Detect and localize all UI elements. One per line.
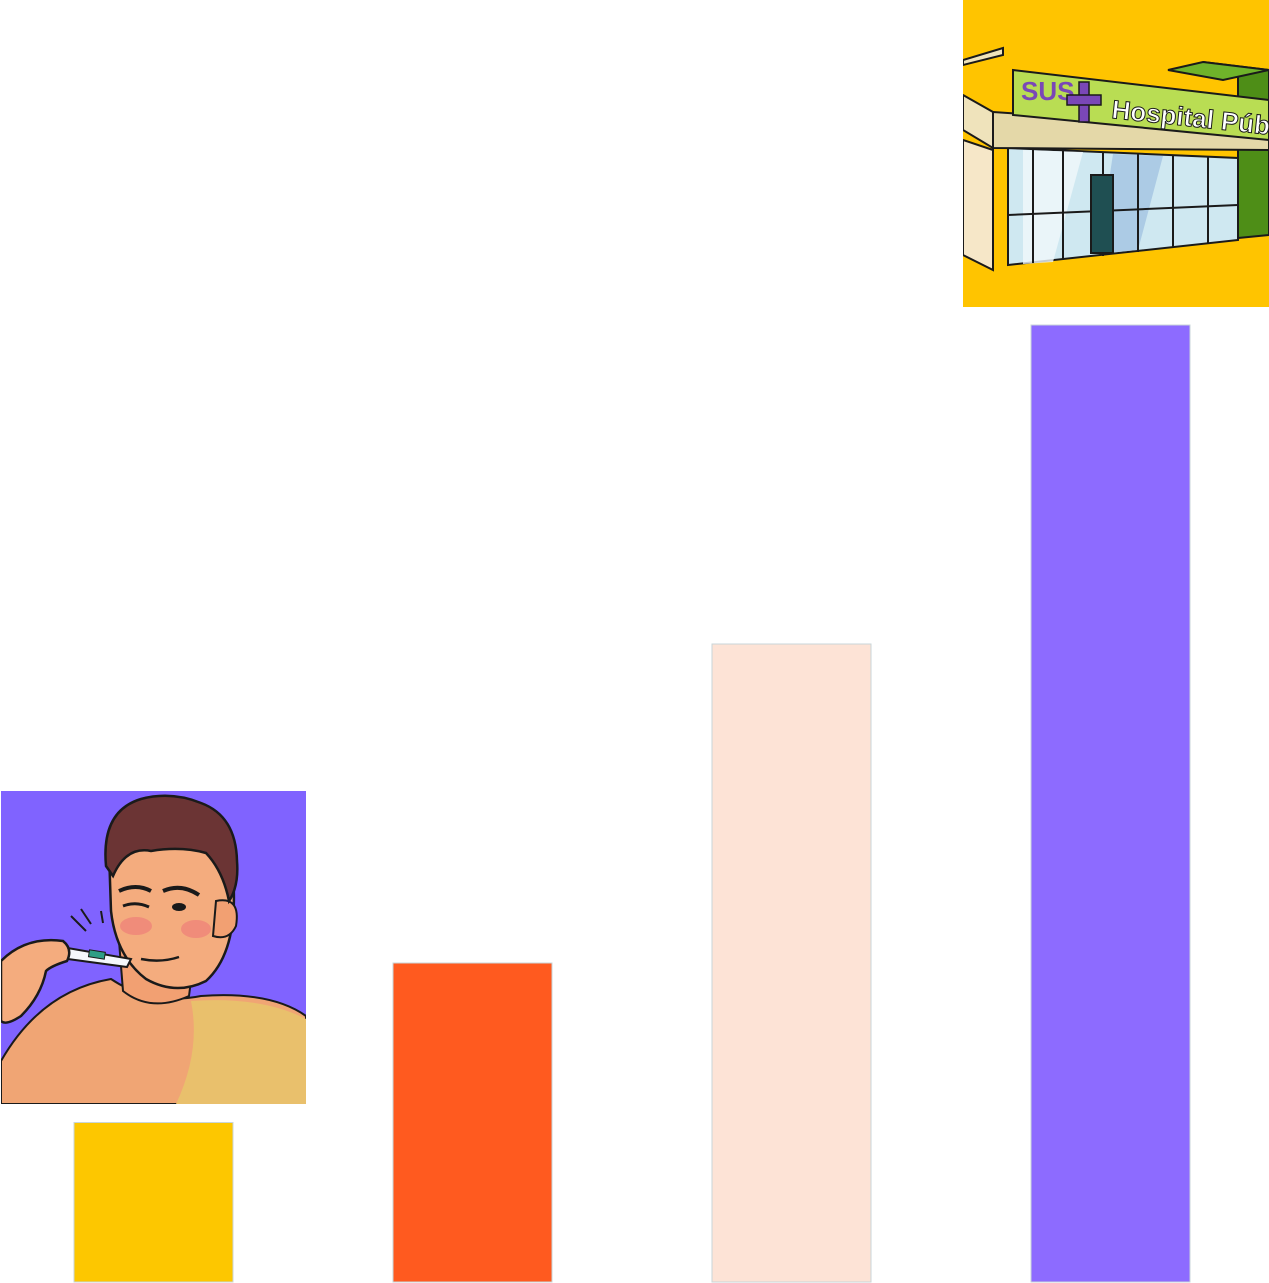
sick-person-illustration bbox=[1, 791, 306, 1104]
bar-3 bbox=[711, 643, 872, 1283]
bar-2 bbox=[392, 962, 553, 1283]
door-shape bbox=[1090, 174, 1114, 254]
hospital-illustration: SUS Hospital Públi bbox=[963, 0, 1269, 307]
bar-1 bbox=[73, 1122, 234, 1283]
bar-4 bbox=[1030, 324, 1191, 1283]
